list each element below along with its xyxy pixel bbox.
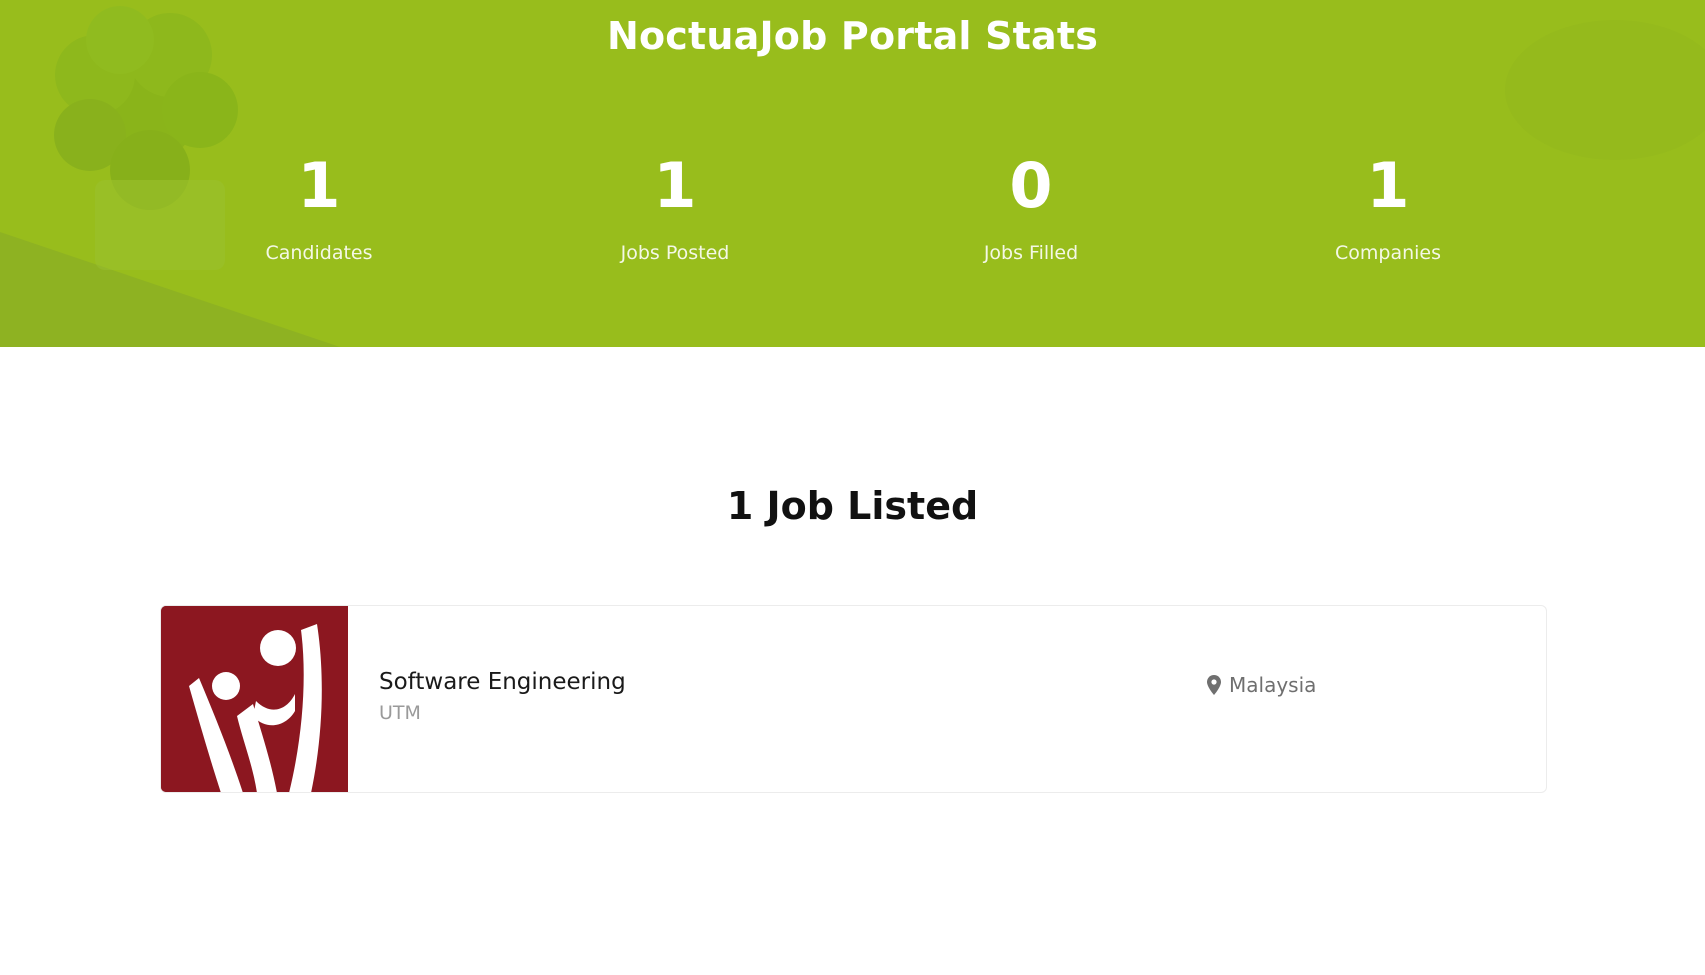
job-location: Malaysia [1207,673,1316,697]
stat-number: 1 [297,149,341,222]
job-company: UTM [379,702,421,724]
map-pin-icon [1207,675,1221,695]
stat-label: Candidates [265,242,373,264]
stat-jobs-filled: 0 Jobs Filled [881,145,1181,264]
job-card[interactable]: Software Engineering UTM Malaysia Full T… [160,605,1547,793]
stat-label: Companies [1334,242,1441,264]
utm-logo-image [161,606,348,792]
stat-label: Jobs Posted [620,242,730,264]
stat-number: 1 [653,149,697,222]
company-logo[interactable] [161,606,348,792]
hero-title: NoctuaJob Portal Stats [606,14,1099,58]
job-location-text: Malaysia [1229,673,1317,697]
stat-number: 1 [1366,149,1410,222]
stat-candidates: 1 Candidates [169,145,469,264]
stats-hero: NoctuaJob Portal Stats 1 Candidates 1 Jo… [0,0,1705,347]
stat-jobs-posted: 1 Jobs Posted [525,145,825,264]
stat-number: 0 [1009,149,1053,222]
stat-label: Jobs Filled [983,242,1079,264]
jobs-listed-heading: 1 Job Listed [726,484,979,528]
stat-companies: 1 Companies [1238,145,1538,264]
stats-row: 1 Candidates 1 Jobs Posted 0 Jobs Filled… [0,145,1705,295]
job-title-link[interactable]: Software Engineering [379,669,626,695]
